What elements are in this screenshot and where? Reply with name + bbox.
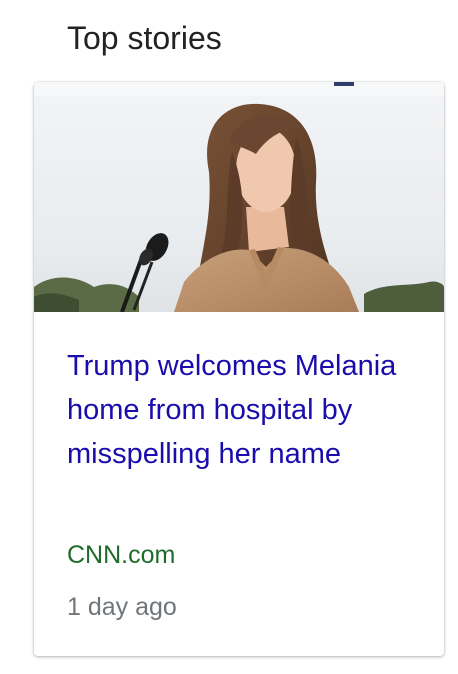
story-timestamp: 1 day ago — [67, 593, 177, 621]
story-source: CNN.com — [67, 541, 176, 569]
news-card[interactable]: Trump welcomes Melania home from hospita… — [34, 82, 444, 656]
story-headline-link[interactable]: Trump welcomes Melania home from hospita… — [67, 344, 427, 476]
section-title: Top stories — [67, 20, 222, 56]
news-photo[interactable] — [34, 82, 444, 312]
